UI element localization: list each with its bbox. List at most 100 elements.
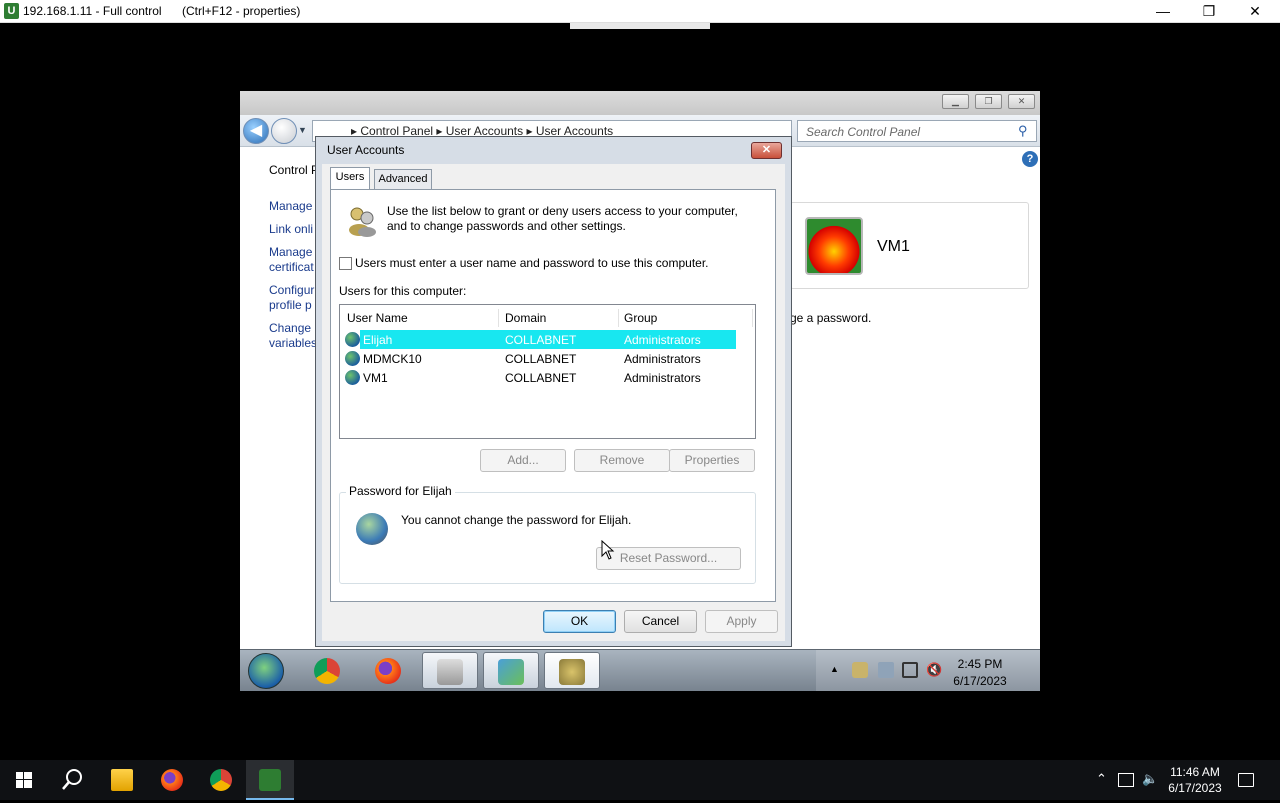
require-login-checkbox[interactable]	[339, 257, 352, 270]
dialog-title: User Accounts	[327, 143, 405, 157]
help-icon[interactable]: ?	[1022, 151, 1038, 167]
show-hidden-icons[interactable]: ⌃	[1096, 771, 1107, 787]
users-list-label: Users for this computer:	[339, 284, 467, 298]
column-divider[interactable]	[752, 309, 753, 327]
cell-username: Elijah	[363, 333, 393, 347]
column-header-group[interactable]: Group	[624, 311, 657, 325]
notifications-icon[interactable]	[1238, 773, 1254, 787]
search-icon[interactable]	[48, 760, 96, 800]
remote-viewer-taskbar-button[interactable]	[246, 760, 294, 800]
require-login-label[interactable]: Users must enter a user name and passwor…	[355, 256, 709, 270]
restore-button[interactable]: ❐	[1186, 0, 1232, 23]
cp-link-manage[interactable]: Manage	[269, 199, 312, 214]
back-button[interactable]: ◀	[243, 118, 269, 144]
remote-toolbar-tab[interactable]	[570, 23, 710, 29]
minimize-button[interactable]: —	[1140, 0, 1186, 23]
user-globe-icon	[356, 513, 388, 545]
cp-minimize-button[interactable]: ▁	[942, 94, 969, 109]
firefox-taskbar-button[interactable]	[148, 760, 196, 800]
tray-show-hidden-icon[interactable]: ▲	[830, 664, 839, 674]
remote-taskbar-control-panel[interactable]	[483, 652, 539, 689]
firefox-icon	[375, 658, 401, 684]
remote-clock[interactable]: 2:45 PM 6/17/2023	[940, 656, 1020, 690]
column-header-domain[interactable]: Domain	[505, 311, 546, 325]
users-icon	[559, 659, 585, 685]
remote-taskbar-firefox[interactable]	[361, 652, 417, 689]
cancel-button[interactable]: Cancel	[624, 610, 697, 633]
reset-password-button[interactable]: Reset Password...	[596, 547, 741, 570]
remove-user-button[interactable]: Remove	[574, 449, 670, 472]
remote-taskbar-user-accounts[interactable]	[544, 652, 600, 689]
account-picture[interactable]	[805, 217, 863, 275]
remote-taskbar-printers[interactable]	[422, 652, 478, 689]
properties-button[interactable]: Properties	[669, 449, 755, 472]
windows-start-button[interactable]	[0, 760, 48, 800]
user-icon	[345, 351, 360, 366]
remote-start-button[interactable]	[248, 653, 284, 689]
cell-domain: COLLABNET	[505, 352, 577, 366]
column-header-username[interactable]: User Name	[347, 311, 408, 325]
firefox-icon	[161, 769, 183, 791]
remote-host-title: 192.168.1.11 - Full control	[23, 4, 162, 18]
chrome-icon	[210, 769, 232, 791]
apply-button[interactable]: Apply	[705, 610, 778, 633]
cp-home-link[interactable]: Control P	[269, 163, 319, 178]
remote-app-icon: U	[4, 3, 19, 19]
ok-button[interactable]: OK	[543, 610, 616, 633]
cp-link-configure-profile[interactable]: Configur profile p	[269, 283, 314, 313]
cp-restore-button[interactable]: ❐	[975, 94, 1002, 109]
cell-group: Administrators	[624, 333, 701, 347]
close-button[interactable]: ✕	[1232, 0, 1278, 23]
cp-link-env-variables[interactable]: Change variables	[269, 321, 317, 351]
cell-username: MDMCK10	[363, 352, 422, 366]
tab-users[interactable]: Users	[330, 167, 370, 189]
password-message: You cannot change the password for Elija…	[401, 513, 632, 527]
user-accounts-dialog: User Accounts ✕ Users Advanced Use the l…	[315, 136, 792, 647]
intro-text: Use the list below to grant or deny user…	[387, 204, 738, 233]
tab-advanced[interactable]: Advanced	[374, 169, 432, 189]
folder-icon	[111, 769, 133, 791]
cell-domain: COLLABNET	[505, 371, 577, 385]
users-list: User Name Domain Group Elijah COLLABNET …	[339, 304, 756, 439]
password-group-title: Password for Elijah	[346, 484, 455, 498]
mouse-cursor	[601, 539, 615, 563]
user-icon	[345, 332, 360, 347]
file-explorer-taskbar-button[interactable]	[98, 760, 146, 800]
dialog-close-button[interactable]: ✕	[751, 142, 782, 159]
column-divider[interactable]	[618, 309, 619, 327]
cp-link-manage-cert[interactable]: Manage certificat	[269, 245, 314, 275]
network-icon[interactable]	[1118, 773, 1134, 787]
add-user-button[interactable]: Add...	[480, 449, 566, 472]
control-panel-titlebar: ▁ ❐ ✕	[240, 91, 1040, 115]
remote-taskbar-chrome[interactable]	[300, 652, 356, 689]
tray-action-center-icon[interactable]	[852, 662, 868, 678]
change-password-link-text[interactable]: ge a password.	[790, 311, 871, 325]
volume-icon[interactable]: 🔈	[1142, 771, 1158, 787]
account-card: VM1	[790, 202, 1029, 289]
remote-hint: (Ctrl+F12 - properties)	[182, 4, 301, 18]
cell-username: VM1	[363, 371, 388, 385]
chrome-taskbar-button[interactable]	[197, 760, 245, 800]
host-clock[interactable]: 11:46 AM 6/17/2023	[1160, 764, 1230, 796]
search-input[interactable]: Search Control Panel	[797, 120, 1037, 142]
control-panel-icon	[498, 659, 524, 685]
table-row[interactable]: MDMCK10 COLLABNET Administrators	[340, 349, 755, 368]
dialog-body: Users Advanced Use the list below to gra…	[322, 164, 785, 641]
password-groupbox: Password for Elijah You cannot change th…	[339, 484, 756, 584]
recent-pages-icon[interactable]: ▼	[298, 125, 307, 135]
search-icon[interactable]: ⚲	[1018, 123, 1028, 139]
tray-usb-icon[interactable]	[878, 662, 894, 678]
cell-domain: COLLABNET	[505, 333, 577, 347]
tray-network-icon[interactable]	[902, 662, 918, 678]
column-divider[interactable]	[498, 309, 499, 327]
cp-link-online[interactable]: Link onli	[269, 222, 313, 237]
host-taskbar: ⌃ 🔈 11:46 AM 6/17/2023	[0, 760, 1280, 800]
remote-taskbar: ▲ 🔇 2:45 PM 6/17/2023	[240, 649, 1040, 691]
forward-button[interactable]	[271, 118, 297, 144]
table-row[interactable]: Elijah COLLABNET Administrators	[340, 330, 755, 349]
account-name: VM1	[877, 238, 910, 255]
remote-app-icon	[259, 769, 281, 791]
cp-close-button[interactable]: ✕	[1008, 94, 1035, 109]
users-tab-panel: Use the list below to grant or deny user…	[330, 189, 776, 602]
table-row[interactable]: VM1 COLLABNET Administrators	[340, 368, 755, 387]
